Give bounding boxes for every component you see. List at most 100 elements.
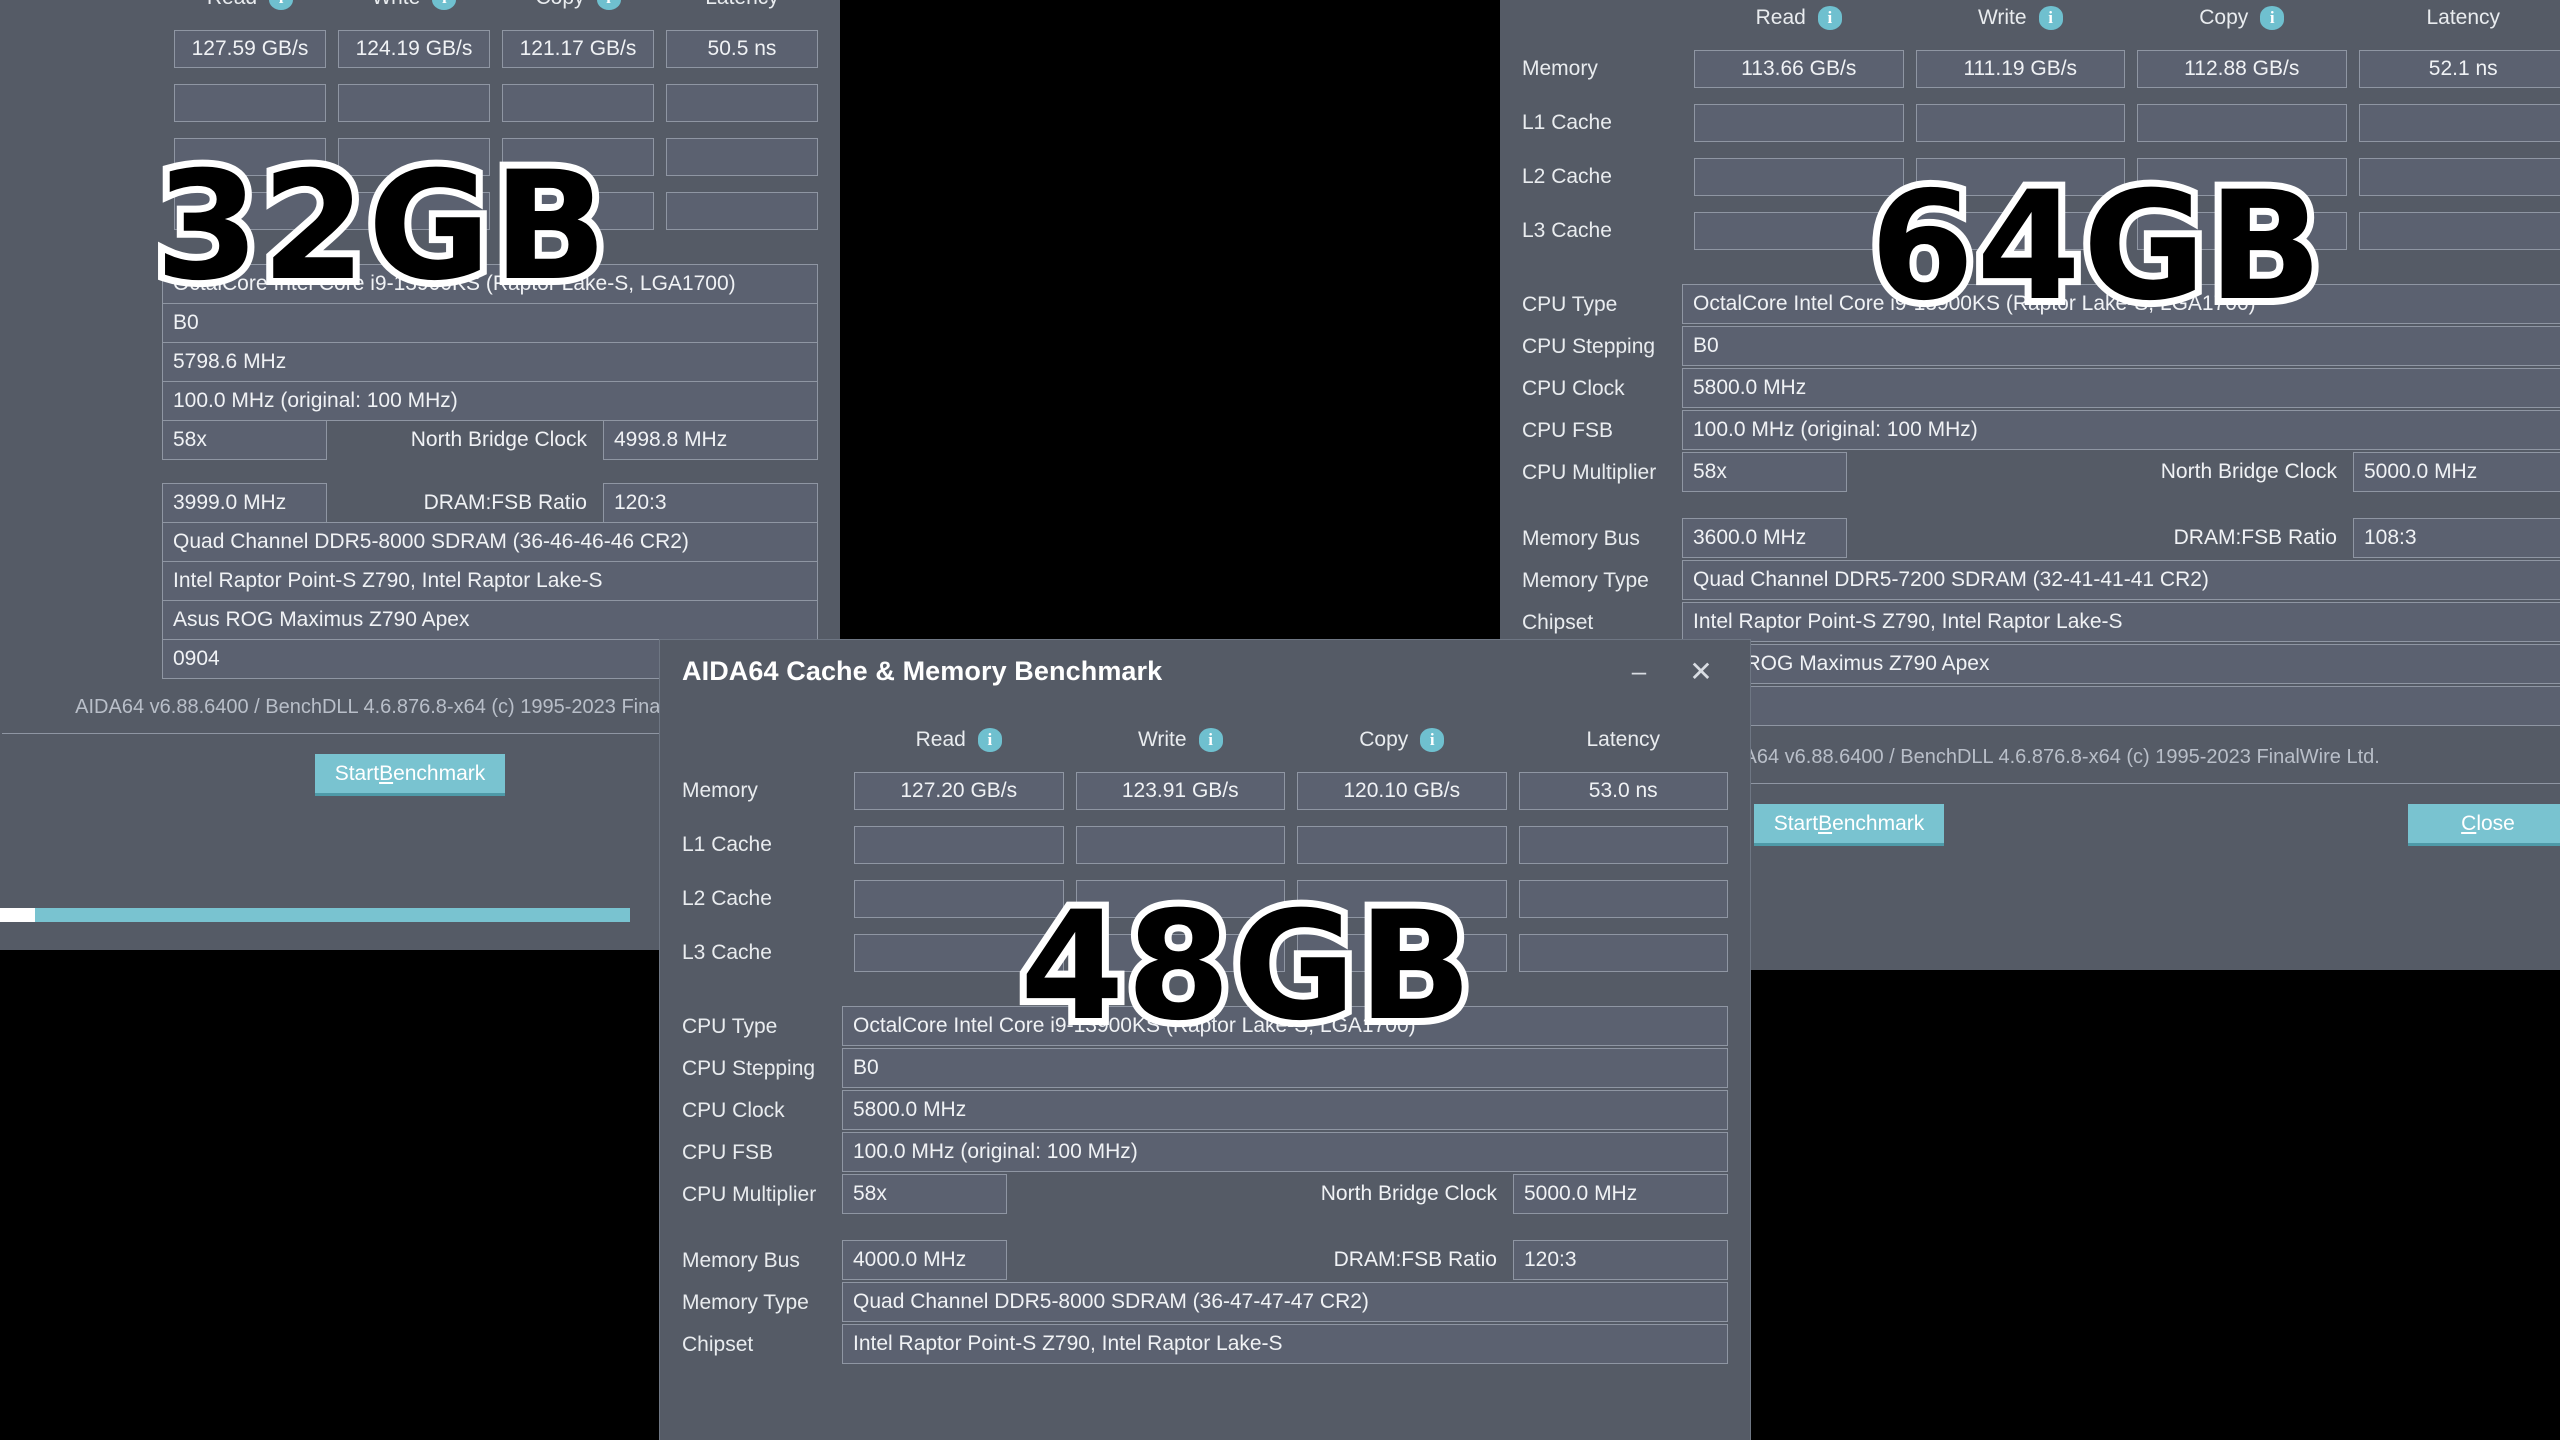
cpu-type-value: OctalCore Intel Core i9-13900KS (Raptor … [162, 264, 818, 304]
memory-write-value: 111.19 GB/s [1915, 50, 2125, 88]
memory-read-value: 127.20 GB/s [854, 772, 1064, 810]
memory-latency-value: 53.0 ns [1518, 772, 1728, 810]
start-benchmark-button[interactable]: Start Benchmark [1754, 804, 1944, 846]
label-cpu-multiplier-spacer [2, 420, 162, 459]
l2-latency-value [1518, 880, 1728, 918]
label-chipset-spacer [2, 561, 162, 600]
column-header-write-label: Write [1977, 6, 2027, 29]
chipset-value: Intel Raptor Point-S Z790, Intel Raptor … [842, 1324, 1728, 1364]
l2-copy-value [1297, 880, 1507, 918]
row-motherboard: Asus ROG Maximus Z790 Apex [162, 600, 818, 640]
cpu-stepping-value: B0 [842, 1048, 1728, 1088]
column-header-latency: Latency [666, 0, 818, 22]
row-label-l2: L2 Cache [682, 887, 772, 910]
bios-version-value: 0904 [1682, 686, 2560, 726]
l2-copy-value [2137, 158, 2347, 196]
info-icon-write[interactable]: i [2038, 6, 2063, 30]
info-icon-write[interactable]: i [432, 0, 457, 10]
benchmark-grid-center: Read i Write i Copy i Latency Memory 127… [682, 718, 1728, 980]
row-label-l1 [2, 94, 162, 112]
start-benchmark-accel: B [379, 761, 394, 785]
row-label-l1: L1 Cache [682, 833, 772, 856]
l1-latency-value [666, 84, 818, 122]
north-bridge-clock-label: North Bridge Clock [410, 428, 587, 451]
memory-copy-value: 121.17 GB/s [502, 30, 654, 68]
screenshot-root: Read i Write i Copy i Latency 127.59 GB/… [0, 0, 2560, 1440]
info-icon-write[interactable]: i [1198, 728, 1223, 752]
memory-read-value: 113.66 GB/s [1694, 50, 1904, 88]
l1-read-value [854, 826, 1064, 864]
l3-write-value [338, 192, 490, 230]
row-cpu-clock: 5800.0 MHz [842, 1090, 1728, 1132]
label-cpu-multiplier: CPU Multiplier [1522, 461, 1657, 484]
column-header-copy-label: Copy [1359, 728, 1409, 751]
close-icon[interactable]: ✕ [1670, 645, 1732, 697]
north-bridge-clock-value: 5000.0 MHz [1513, 1174, 1728, 1214]
close-accel: C [2461, 811, 2477, 835]
cpu-clock-value: 5800.0 MHz [842, 1090, 1728, 1130]
l1-read-value [1694, 104, 1904, 142]
window-title: AIDA64 Cache & Memory Benchmark [682, 655, 1163, 686]
row-bios-version: 0904 [1682, 686, 2560, 728]
l1-write-value [338, 84, 490, 122]
system-info-table-center: CPU Type OctalCore Intel Core i9-13900KS… [682, 1006, 1728, 1366]
label-chipset: Chipset [682, 1333, 754, 1356]
row-cpu-fsb: 100.0 MHz (original: 100 MHz) [1682, 410, 2560, 452]
label-cpu-stepping: CPU Stepping [1522, 335, 1656, 358]
row-cpu-stepping: B0 [1682, 326, 2560, 368]
info-icon-read[interactable]: i [269, 0, 294, 10]
info-icon-copy[interactable]: i [596, 0, 621, 10]
cpu-multiplier-value: 58x [1682, 452, 1847, 492]
row-cpu-multiplier: 58x North Bridge Clock 5000.0 MHz [842, 1174, 1728, 1216]
column-header-latency-label: Latency [1586, 728, 1661, 751]
column-header-copy-label: Copy [535, 0, 584, 10]
l1-copy-value [1297, 826, 1507, 864]
row-motherboard: Asus ROG Maximus Z790 Apex [1682, 644, 2560, 686]
info-icon-read[interactable]: i [977, 728, 1002, 752]
l2-read-value [174, 138, 326, 176]
l3-latency-value [1518, 934, 1728, 972]
l2-copy-value [502, 138, 654, 176]
label-motherboard-spacer [2, 600, 162, 639]
aida64-window-48gb[interactable]: AIDA64 Cache & Memory Benchmark – ✕ Read… [660, 640, 1750, 1440]
info-icon-copy[interactable]: i [2260, 6, 2285, 30]
memory-latency-value: 52.1 ns [2358, 50, 2560, 88]
l3-copy-value [2137, 212, 2347, 250]
label-cpu-fsb: CPU FSB [1522, 419, 1614, 442]
l1-copy-value [502, 84, 654, 122]
titlebar-center[interactable]: AIDA64 Cache & Memory Benchmark – ✕ [660, 640, 1750, 702]
info-table-gap-right [1522, 494, 2560, 518]
l3-write-value [1075, 934, 1285, 972]
start-benchmark-pre: Start [1773, 811, 1819, 835]
row-label-l3: L3 Cache [1522, 219, 1612, 242]
minimize-icon[interactable]: – [1608, 645, 1670, 697]
label-memory-type: Memory Type [1522, 569, 1649, 592]
row-memory-type: Quad Channel DDR5-8000 SDRAM (36-47-47-4… [842, 1282, 1728, 1324]
l1-write-value [1915, 104, 2125, 142]
column-header-write-label: Write [372, 0, 421, 10]
taskbar-strip-white [0, 908, 35, 922]
close-button[interactable]: Close [2408, 804, 2560, 846]
info-icon-copy[interactable]: i [1420, 728, 1445, 752]
dram-fsb-ratio-label: DRAM:FSB Ratio [1333, 1248, 1497, 1271]
column-header-latency: Latency [2359, 0, 2560, 42]
row-cpu-clock: 5800.0 MHz [1682, 368, 2560, 410]
label-cpu-type: CPU Type [1522, 293, 1618, 316]
l2-latency-value [666, 138, 818, 176]
column-header-copy-label: Copy [2199, 6, 2249, 29]
north-bridge-clock-label: North Bridge Clock [1320, 1182, 1497, 1205]
info-icon-read[interactable]: i [1817, 6, 1842, 30]
column-header-write: Write i [1916, 0, 2126, 42]
row-chipset: Intel Raptor Point-S Z790, Intel Raptor … [1682, 602, 2560, 644]
label-cpu-clock-spacer [2, 342, 162, 381]
l2-latency-value [2358, 158, 2560, 196]
l2-read-value [854, 880, 1064, 918]
dram-fsb-ratio-label: DRAM:FSB Ratio [423, 491, 587, 514]
memory-latency-value: 50.5 ns [666, 30, 818, 68]
row-memory-bus: 3600.0 MHz DRAM:FSB Ratio 108:3 [1682, 518, 2560, 560]
row-cpu-multiplier: 58x North Bridge Clock 5000.0 MHz [1682, 452, 2560, 494]
l3-copy-value [1297, 934, 1507, 972]
memory-bus-value: 3600.0 MHz [1682, 518, 1847, 558]
column-header-latency-label: Latency [705, 0, 779, 10]
start-benchmark-button[interactable]: Start Benchmark [315, 754, 505, 796]
